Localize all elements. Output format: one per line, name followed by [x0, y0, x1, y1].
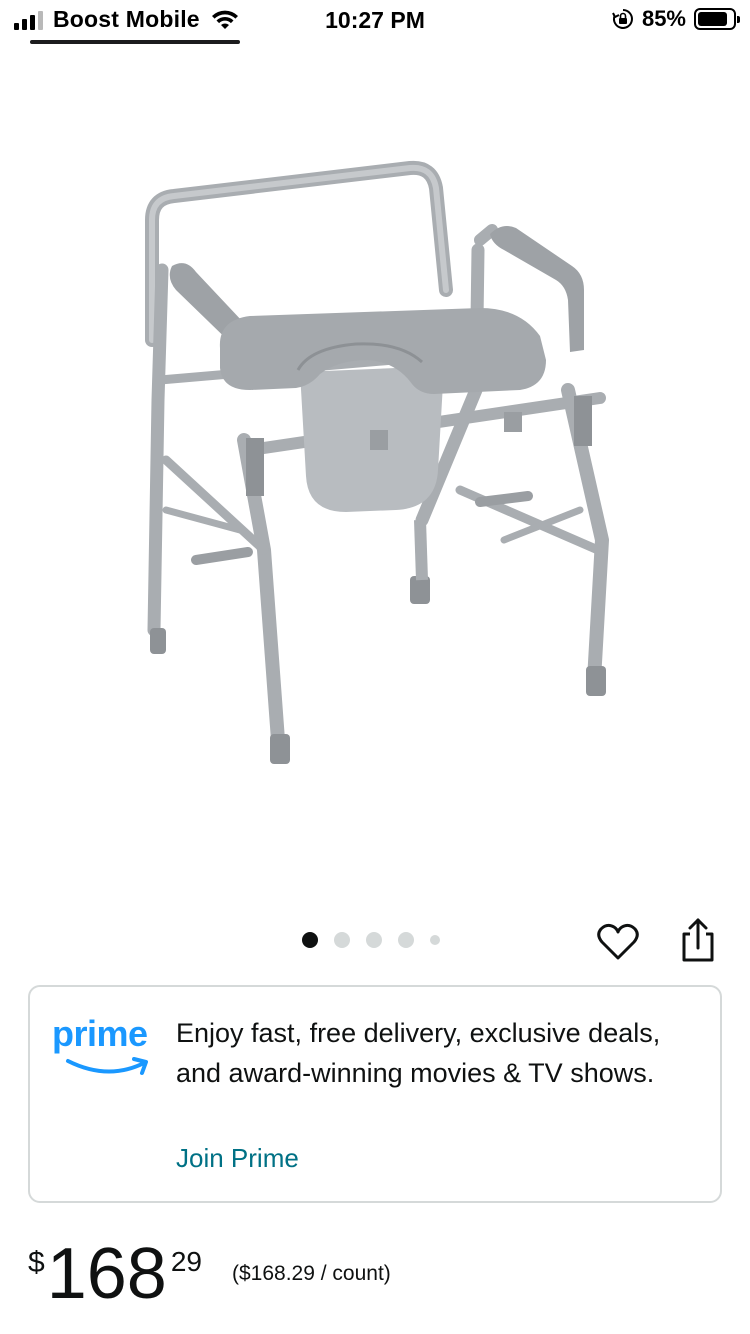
battery-percentage: 85%	[641, 6, 686, 31]
status-bar: Boost Mobile 10:27 PM 85%	[0, 0, 750, 44]
commode-chair-image[interactable]	[100, 140, 660, 780]
battery-fill	[698, 12, 727, 26]
carousel-dot[interactable]	[302, 932, 318, 948]
product-price: $ 168 29	[28, 1238, 202, 1310]
prime-logo-text: prime	[52, 1013, 148, 1054]
heart-icon[interactable]	[596, 920, 640, 964]
prime-logo: prime	[52, 1013, 162, 1083]
join-prime-link[interactable]: Join Prime	[176, 1143, 299, 1174]
active-call-indicator	[30, 40, 240, 44]
status-right: 85%	[612, 6, 740, 32]
battery-icon	[694, 8, 740, 30]
price-whole: 168	[46, 1234, 167, 1314]
image-carousel-indicator[interactable]	[302, 932, 440, 948]
price-per-unit: ($168.29 / count)	[232, 1262, 391, 1285]
carousel-dot[interactable]	[398, 932, 414, 948]
price-fraction: 29	[170, 1246, 202, 1277]
carousel-dot[interactable]	[366, 932, 382, 948]
share-icon[interactable]	[676, 916, 720, 964]
price-currency-symbol: $	[28, 1246, 45, 1279]
carousel-dot[interactable]	[430, 935, 440, 945]
prime-promo-card[interactable]: prime Enjoy fast, free delivery, exclusi…	[28, 985, 722, 1203]
rotation-lock-icon	[612, 9, 633, 29]
prime-message: Enjoy fast, free delivery, exclusive dea…	[176, 1018, 661, 1088]
prime-smile-icon	[66, 1057, 148, 1075]
carousel-dot[interactable]	[334, 932, 350, 948]
